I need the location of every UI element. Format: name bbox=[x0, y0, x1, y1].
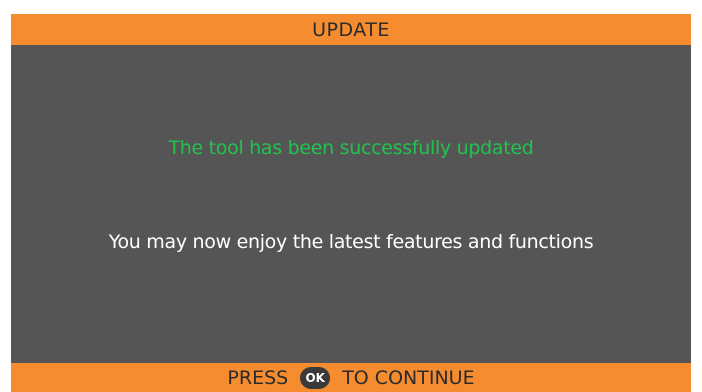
header-bar: UPDATE bbox=[11, 14, 691, 45]
press-label: PRESS bbox=[227, 366, 289, 389]
footer-bar: PRESS OK TO CONTINUE bbox=[11, 363, 691, 392]
continue-label: TO CONTINUE bbox=[342, 366, 475, 389]
info-message: You may now enjoy the latest features an… bbox=[108, 231, 594, 253]
message-panel: The tool has been successfully updated Y… bbox=[11, 45, 691, 363]
page-title: UPDATE bbox=[312, 18, 390, 41]
success-message: The tool has been successfully updated bbox=[168, 137, 534, 159]
ok-button[interactable]: OK bbox=[300, 366, 331, 389]
update-screen: UPDATE The tool has been successfully up… bbox=[0, 0, 702, 392]
